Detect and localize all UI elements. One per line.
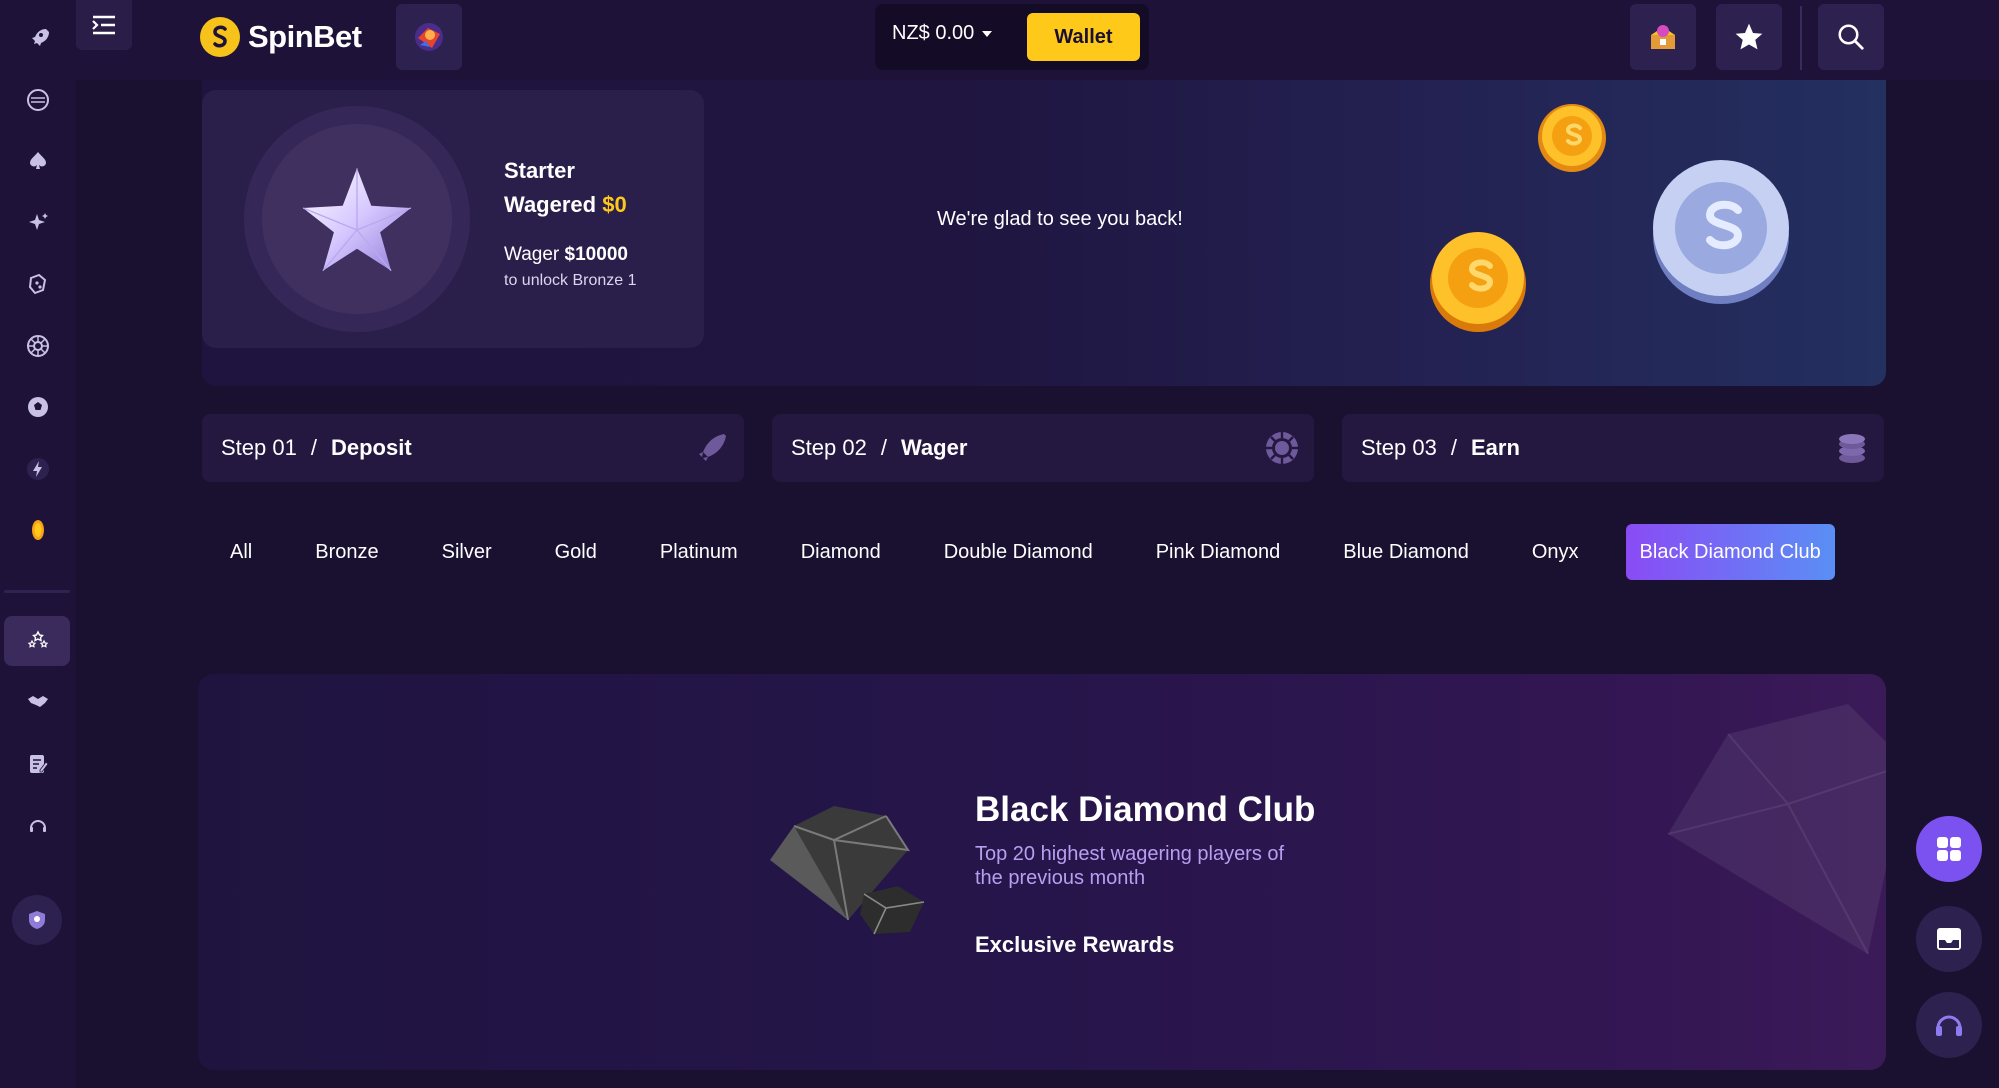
balance-value: NZ$ 0.00 bbox=[892, 22, 975, 44]
tab-onyx[interactable]: Onyx bbox=[1516, 524, 1595, 580]
rail-divider bbox=[4, 590, 70, 593]
sparkle-icon[interactable] bbox=[18, 203, 58, 243]
wagered-value: $0 bbox=[602, 192, 627, 217]
balance-selector[interactable]: NZ$ 0.00 bbox=[892, 22, 993, 45]
tab-diamond[interactable]: Diamond bbox=[785, 524, 897, 580]
tab-double-diamond[interactable]: Double Diamond bbox=[928, 524, 1109, 580]
dice-icon[interactable] bbox=[18, 264, 58, 304]
step-title: Wager bbox=[900, 435, 968, 460]
tier-name: Starter bbox=[504, 158, 575, 183]
tier-detail-card: Black Diamond Club Top 20 highest wageri… bbox=[198, 674, 1886, 1070]
black-diamond-icon bbox=[770, 806, 925, 935]
wager-label: Wager bbox=[504, 244, 560, 265]
vip-hero-banner: Starter Wagered $0 Wager $10000 to unloc… bbox=[202, 80, 1886, 386]
favorites-button[interactable] bbox=[1716, 4, 1782, 70]
step-separator: / bbox=[880, 435, 887, 460]
search-button[interactable] bbox=[1818, 4, 1884, 70]
diamond-watermark-icon bbox=[1668, 704, 1886, 955]
roulette-icon[interactable] bbox=[18, 326, 58, 366]
headset-icon bbox=[1936, 1015, 1962, 1036]
inbox-icon bbox=[1937, 928, 1961, 950]
rocket-icon[interactable] bbox=[18, 18, 58, 58]
chip-icon bbox=[1266, 432, 1298, 464]
inbox-float-button[interactable] bbox=[1916, 906, 1982, 972]
step-title: Deposit bbox=[330, 435, 412, 460]
tab-all[interactable]: All bbox=[214, 524, 268, 580]
support-agent-icon[interactable] bbox=[18, 806, 58, 846]
header-divider bbox=[1800, 6, 1802, 70]
promo-character-icon bbox=[415, 23, 443, 51]
tab-gold[interactable]: Gold bbox=[539, 524, 613, 580]
soccer-ball-icon[interactable] bbox=[18, 387, 58, 427]
search-icon bbox=[1838, 24, 1864, 50]
tab-platinum[interactable]: Platinum bbox=[644, 524, 754, 580]
silver-coin-icon bbox=[1653, 160, 1789, 304]
step-number: Step 03 bbox=[1361, 435, 1437, 460]
starter-star-icon bbox=[302, 168, 412, 272]
blog-icon[interactable] bbox=[18, 744, 58, 784]
logo-coin-icon bbox=[200, 17, 240, 57]
gift-grid-icon bbox=[1937, 837, 1961, 861]
wagered-label: Wagered bbox=[504, 192, 597, 217]
lightning-icon[interactable] bbox=[18, 449, 58, 489]
shield-icon[interactable] bbox=[12, 895, 62, 945]
welcome-message: We're glad to see you back! bbox=[937, 208, 1183, 230]
support-float-button[interactable] bbox=[1916, 992, 1982, 1058]
tier-description: Top 20 highest wagering players of the p… bbox=[975, 843, 1285, 889]
tier-rewards-label: Exclusive Rewards bbox=[975, 932, 1175, 957]
tier-title: Black Diamond Club bbox=[975, 790, 1316, 829]
step-title: Earn bbox=[1470, 435, 1520, 460]
wager-requirement: Wager $10000 bbox=[504, 244, 628, 266]
rocket-icon bbox=[699, 434, 726, 461]
tab-pink-diamond[interactable]: Pink Diamond bbox=[1140, 524, 1297, 580]
rewards-chest-button[interactable] bbox=[1630, 4, 1696, 70]
unlock-text: to unlock Bronze 1 bbox=[504, 272, 637, 289]
gold-coin-small-icon bbox=[1538, 104, 1606, 172]
step-number: Step 02 bbox=[791, 435, 867, 460]
rewards-chest-icon bbox=[1651, 25, 1675, 49]
step-wager: Step 02 / Wager bbox=[772, 414, 1314, 482]
step-separator: / bbox=[310, 435, 317, 460]
step-number: Step 01 bbox=[221, 435, 297, 460]
tab-bronze[interactable]: Bronze bbox=[299, 524, 394, 580]
promo-button[interactable] bbox=[396, 4, 462, 70]
step-deposit: Step 01 / Deposit bbox=[202, 414, 744, 482]
step-earn: Step 03 / Earn bbox=[1342, 414, 1884, 482]
tab-silver[interactable]: Silver bbox=[426, 524, 508, 580]
tier-tabs: All Bronze Silver Gold Platinum Diamond … bbox=[214, 524, 1835, 580]
brand-logo[interactable]: SpinBet bbox=[200, 14, 362, 60]
spade-icon[interactable] bbox=[18, 141, 58, 181]
wallet-button[interactable]: Wallet bbox=[1027, 13, 1140, 61]
coin-icon[interactable] bbox=[18, 510, 58, 550]
tier-badge bbox=[262, 124, 452, 314]
star-icon bbox=[1735, 23, 1763, 50]
wager-amount: $10000 bbox=[564, 244, 628, 265]
coin-stack-icon bbox=[1839, 434, 1865, 463]
brand-name: SpinBet bbox=[248, 19, 362, 54]
sports-icon[interactable] bbox=[18, 80, 58, 120]
tier-wagered: Wagered $0 bbox=[504, 192, 627, 218]
tab-blue-diamond[interactable]: Blue Diamond bbox=[1327, 524, 1485, 580]
handshake-icon[interactable] bbox=[18, 682, 58, 722]
gold-coin-large-icon bbox=[1430, 232, 1526, 332]
current-tier-card: Starter Wagered $0 Wager $10000 to unloc… bbox=[202, 90, 704, 348]
menu-toggle-icon bbox=[92, 15, 115, 35]
tab-black-diamond-club[interactable]: Black Diamond Club bbox=[1625, 524, 1835, 580]
menu-toggle-button[interactable] bbox=[76, 0, 132, 50]
chevron-down-icon bbox=[982, 30, 993, 37]
vip-stars-icon[interactable] bbox=[18, 621, 58, 661]
promotions-float-button[interactable] bbox=[1916, 816, 1982, 882]
step-separator: / bbox=[1450, 435, 1457, 460]
